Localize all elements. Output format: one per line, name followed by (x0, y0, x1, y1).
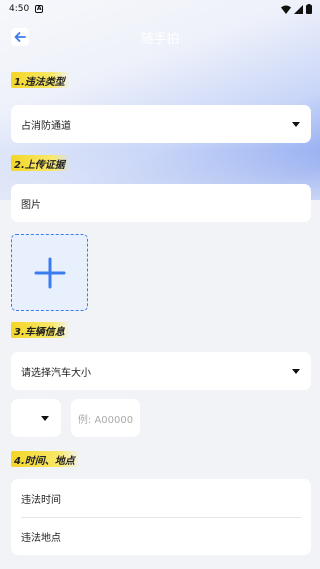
back-button[interactable] (11, 28, 29, 46)
app-header: 随手拍 (0, 24, 320, 50)
section-time-place: 4.时间、地点 (11, 451, 80, 467)
chevron-down-icon (41, 416, 49, 421)
signal-icon (294, 4, 303, 14)
evidence-label: 图片 (21, 199, 41, 211)
plate-prefix-select[interactable] (11, 399, 61, 437)
chevron-down-icon (292, 369, 300, 374)
time-place-card: 违法时间 违法地点 (11, 479, 311, 555)
status-time: 4:50 (9, 4, 30, 14)
battery-icon (306, 4, 312, 14)
vehicle-size-select[interactable]: 请选择汽车大小 (11, 352, 311, 390)
section-violation-type: 1.违法类型 (11, 72, 70, 88)
section-upload-evidence: 2.上传证据 (11, 155, 70, 171)
violation-type-select[interactable]: 占消防通道 (11, 105, 311, 143)
upload-image-button[interactable] (11, 234, 88, 311)
arrow-left-icon (14, 32, 26, 42)
vehicle-size-placeholder: 请选择汽车大小 (21, 367, 91, 379)
plus-icon (34, 257, 65, 288)
plate-number-placeholder: 例: A00000 (77, 414, 134, 426)
plate-number-input[interactable]: 例: A00000 (71, 399, 140, 437)
chevron-down-icon (292, 122, 300, 127)
violation-time-field[interactable]: 违法时间 (21, 491, 61, 506)
wifi-icon (281, 5, 291, 14)
evidence-field: 图片 (11, 184, 311, 222)
divider (21, 517, 301, 518)
page-title: 随手拍 (140, 31, 180, 47)
section-vehicle-info: 3.车辆信息 (11, 322, 70, 338)
status-bar: 4:50 A (0, 0, 320, 18)
violation-type-value: 占消防通道 (21, 120, 71, 132)
violation-place-field[interactable]: 违法地点 (21, 529, 61, 544)
notification-icon: A (35, 5, 44, 13)
